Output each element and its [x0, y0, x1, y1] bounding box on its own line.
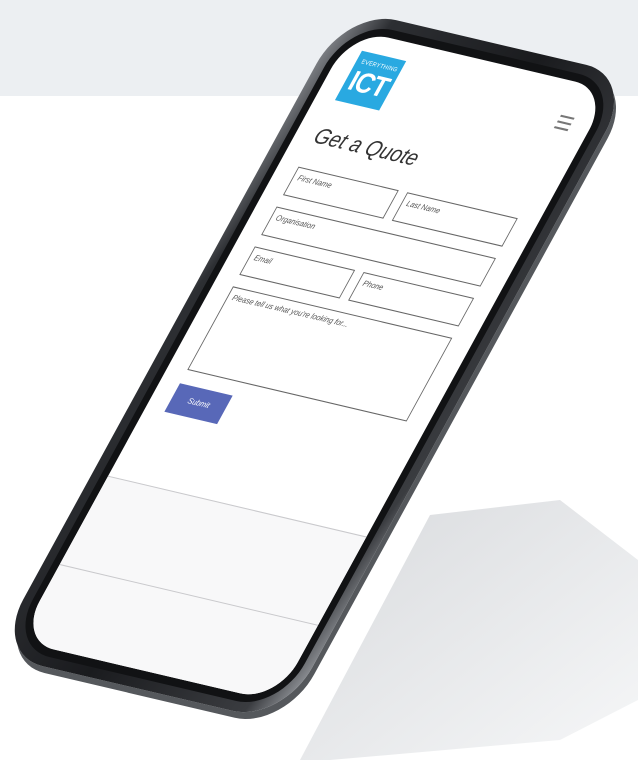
first-name-placeholder: First Name: [295, 173, 334, 190]
first-name-field[interactable]: First Name: [282, 166, 399, 219]
phone-placeholder: Phone: [360, 278, 386, 293]
footer-divider: [59, 564, 319, 626]
email-placeholder: Email: [252, 253, 274, 266]
submit-button[interactable]: Submit: [164, 383, 233, 425]
scene: EVERYTHING ICT Get a Quote First Name La…: [0, 0, 638, 760]
page-title: Get a Quote: [309, 122, 425, 171]
last-name-placeholder: Last Name: [404, 199, 443, 216]
logo[interactable]: EVERYTHING ICT: [334, 50, 407, 111]
logo-big-text: ICT: [342, 65, 395, 103]
email-field[interactable]: Email: [239, 246, 356, 299]
hamburger-menu-icon[interactable]: [554, 114, 575, 132]
organisation-placeholder: Organisation: [274, 213, 318, 232]
message-placeholder: Please tell us what you're looking for..…: [230, 293, 351, 329]
